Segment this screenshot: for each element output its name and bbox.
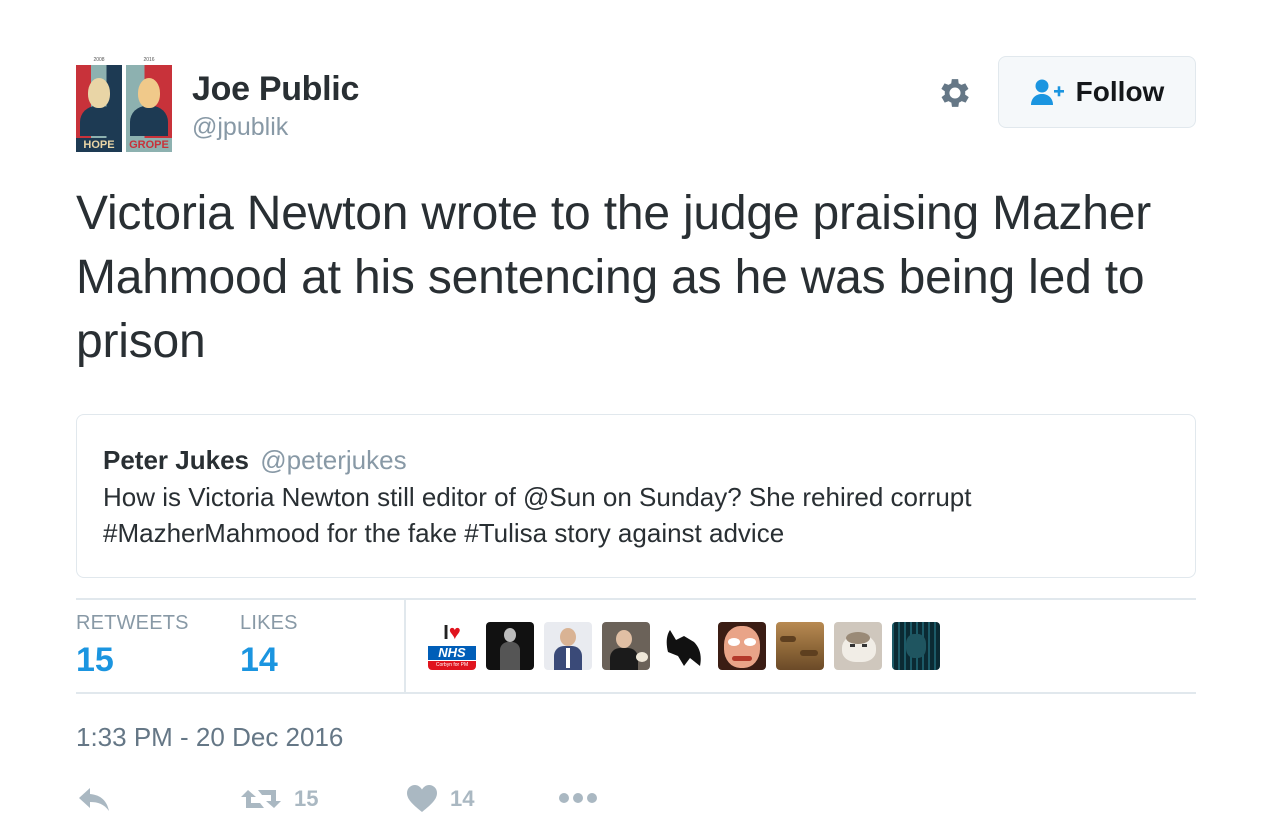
liker-avatar-4[interactable] bbox=[602, 622, 650, 670]
liker-avatar-3[interactable] bbox=[544, 622, 592, 670]
user-handle[interactable]: @jpublik bbox=[192, 113, 288, 142]
quoted-tweet[interactable]: Peter Jukes @peterjukes How is Victoria … bbox=[76, 414, 1196, 578]
like-button[interactable]: 14 bbox=[406, 784, 474, 814]
gear-icon[interactable] bbox=[936, 74, 974, 112]
liker-avatar-8[interactable] bbox=[834, 622, 882, 670]
bat-icon bbox=[666, 630, 701, 666]
avatar-word-left: HOPE bbox=[76, 138, 122, 152]
more-button[interactable] bbox=[558, 790, 598, 806]
user-fullname[interactable]: Joe Public bbox=[192, 70, 359, 109]
liker-avatar-5[interactable] bbox=[660, 622, 708, 670]
avatar-poster-left: 2008 HOPE bbox=[76, 56, 122, 152]
heart-icon: ♥ bbox=[448, 622, 461, 644]
avatar-year-right: 2016 bbox=[143, 57, 155, 63]
quoted-tweet-text: How is Victoria Newton still editor of @… bbox=[103, 482, 972, 548]
avatar-word-right: GROPE bbox=[126, 138, 172, 152]
more-icon bbox=[559, 793, 597, 803]
quoted-user-handle: @peterjukes bbox=[260, 445, 407, 475]
quoted-tweet-header: Peter Jukes @peterjukes bbox=[103, 443, 1169, 477]
avatar-poster-right: 2016 GROPE bbox=[126, 56, 172, 152]
liker-avatar-6[interactable] bbox=[718, 622, 766, 670]
likes-label: LIKES bbox=[240, 612, 298, 634]
tweet-actions: 15 14 bbox=[76, 784, 776, 824]
person-add-icon bbox=[1030, 79, 1064, 105]
likes-count: 14 bbox=[240, 641, 278, 679]
reply-icon bbox=[79, 788, 109, 811]
stats-top-divider bbox=[76, 598, 1196, 600]
liker-avatar-1[interactable]: I♥ NHS Corbyn for PM bbox=[428, 622, 476, 670]
stats-bottom-divider bbox=[76, 692, 1196, 694]
liker-avatar-2[interactable] bbox=[486, 622, 534, 670]
retweet-button[interactable]: 15 bbox=[240, 784, 318, 814]
like-count: 14 bbox=[450, 786, 475, 811]
follow-label: Follow bbox=[1075, 76, 1165, 107]
likers-list: I♥ NHS Corbyn for PM bbox=[428, 622, 940, 670]
nhs-logo-text: NHS bbox=[428, 646, 476, 660]
likes-stat[interactable]: LIKES 14 bbox=[240, 612, 298, 680]
tweet-timestamp[interactable]: 1:33 PM - 20 Dec 2016 bbox=[76, 722, 343, 753]
retweets-label: RETWEETS bbox=[76, 612, 189, 634]
liker-avatar-9[interactable] bbox=[892, 622, 940, 670]
tweet-text: Victoria Newton wrote to the judge prais… bbox=[76, 187, 1152, 368]
follow-button[interactable]: Follow bbox=[998, 56, 1196, 128]
quoted-user-name: Peter Jukes bbox=[103, 445, 249, 475]
user-avatar[interactable]: 2008 HOPE 2016 GROPE bbox=[76, 56, 172, 152]
nhs-caption: Corbyn for PM bbox=[428, 661, 476, 670]
stats-vertical-divider bbox=[404, 600, 406, 692]
heart-icon bbox=[407, 785, 437, 812]
retweet-count: 15 bbox=[294, 786, 319, 811]
retweets-stat[interactable]: RETWEETS 15 bbox=[76, 612, 189, 680]
liker-avatar-7[interactable] bbox=[776, 622, 824, 670]
retweet-icon bbox=[241, 790, 281, 808]
reply-button[interactable] bbox=[76, 784, 112, 814]
avatar-year-left: 2008 bbox=[93, 57, 105, 63]
retweets-count: 15 bbox=[76, 641, 114, 679]
